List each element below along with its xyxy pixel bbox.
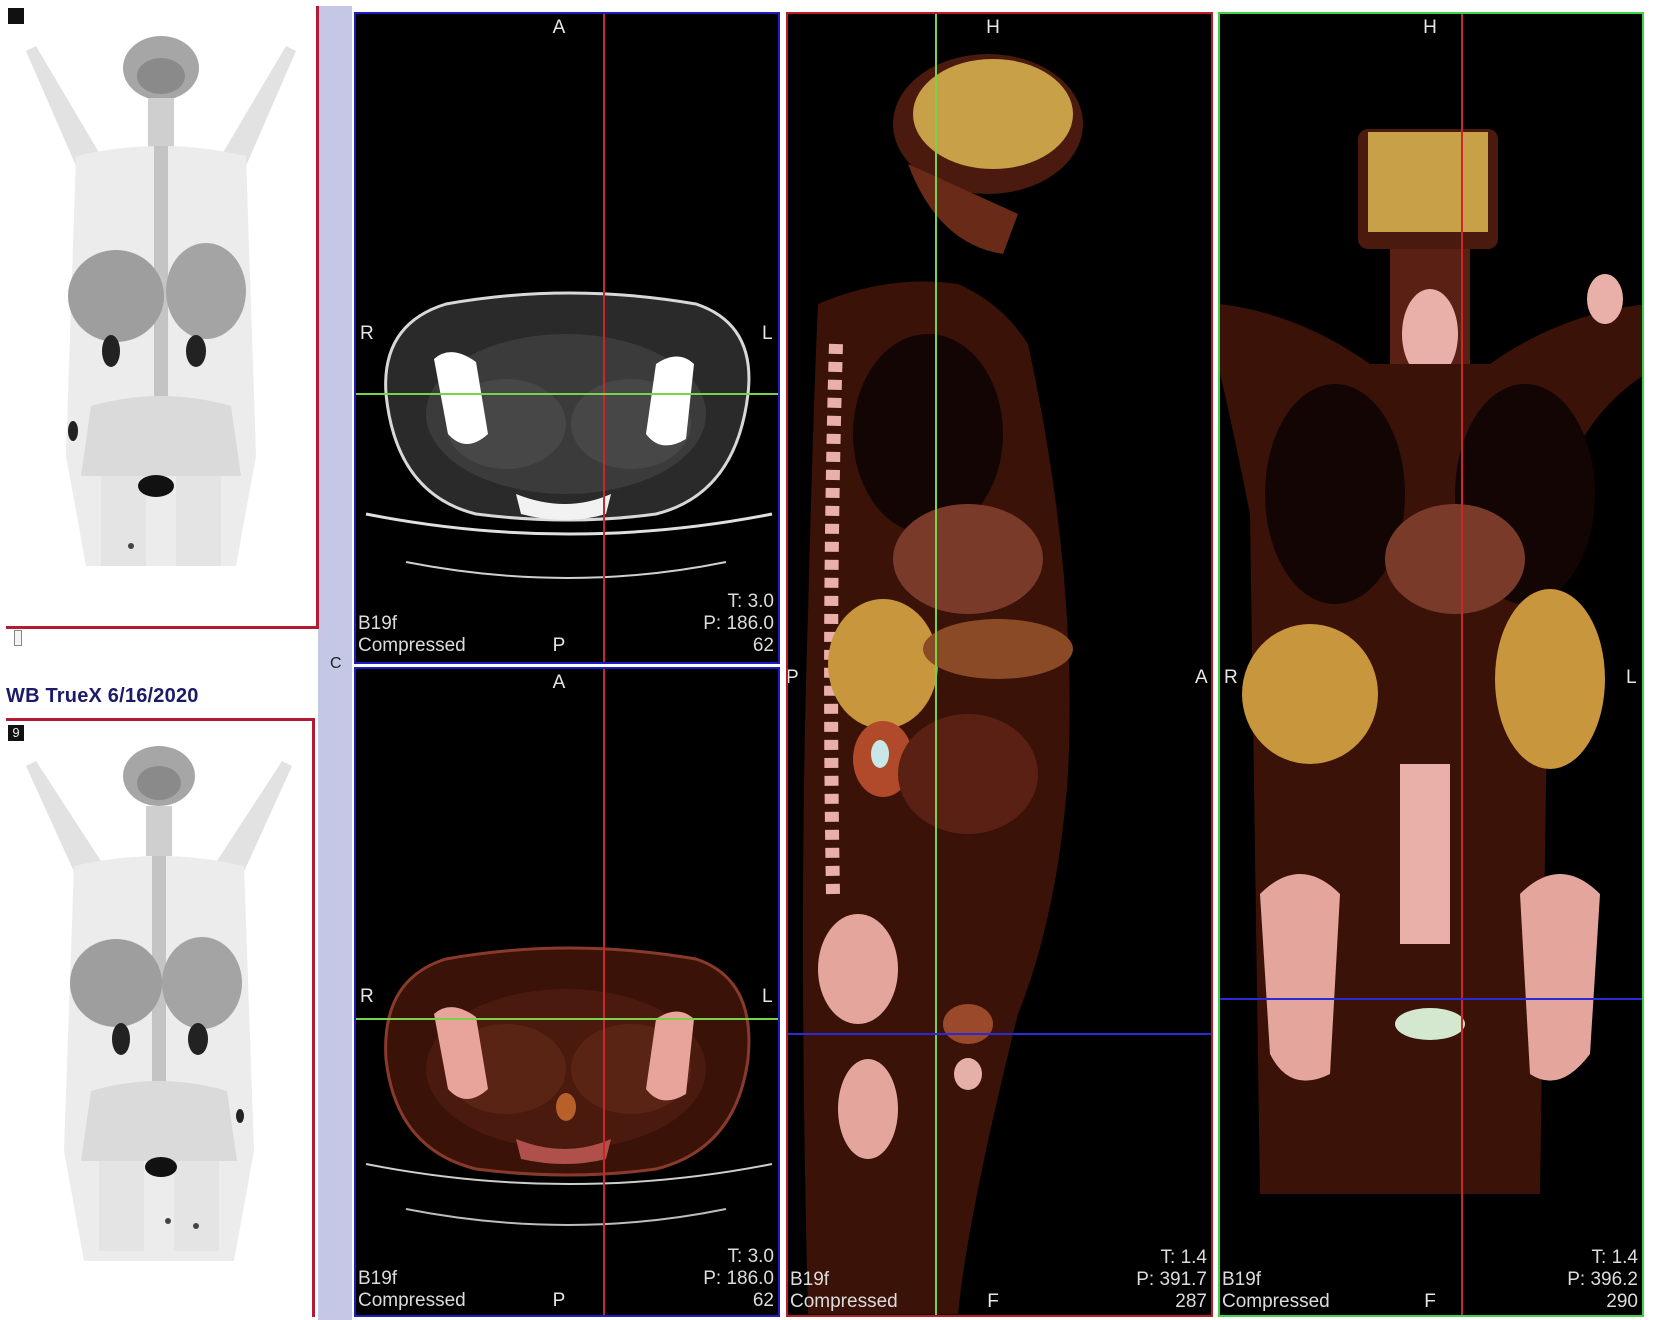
mip-bottom-index: 9: [8, 725, 24, 741]
axial-fused-orient-left: R: [360, 986, 374, 1007]
axial-fused-orient-top: A: [552, 672, 566, 693]
sagittal-orient-left: P: [786, 667, 799, 688]
coronal-orient-left: R: [1224, 667, 1238, 688]
coronal-thickness: T: 1.4: [1591, 1247, 1638, 1268]
viewport-axial-ct[interactable]: A R L P B19f Compressed T: 3.0 P: 186.0 …: [354, 12, 780, 664]
coronal-slice: 290: [1606, 1291, 1638, 1312]
mip-thumbnail-top[interactable]: [6, 6, 319, 629]
mip-top-index: [8, 8, 24, 24]
viewport-axial-fused[interactable]: A R L P B19f Compressed T: 3.0 P: 186.0 …: [354, 667, 780, 1317]
coronal-orient-right: L: [1626, 667, 1637, 688]
mip-column: WB TrueX 6/16/2020 9: [0, 0, 352, 1320]
axial-ct-recon: B19f: [358, 613, 398, 634]
sagittal-slice: 287: [1175, 1291, 1207, 1312]
axial-fused-thickness: T: 3.0: [727, 1246, 774, 1267]
axial-ct-position: P: 186.0: [703, 613, 774, 634]
axial-ct-orient-right: L: [762, 323, 773, 344]
mip-image-top: [6, 6, 316, 626]
viewport-coronal-fused[interactable]: H R L F B19f Compressed T: 1.4 P: 396.2 …: [1218, 12, 1644, 1317]
axial-fused-position: P: 186.0: [703, 1268, 774, 1289]
axial-ct-orient-bottom: P: [552, 635, 566, 656]
axial-fused-slice: 62: [752, 1290, 774, 1311]
axial-ct-slice: 62: [752, 635, 774, 656]
axial-ct-compression: Compressed: [358, 635, 466, 656]
axial-ct-thickness: T: 3.0: [727, 591, 774, 612]
axial-ct-orient-left: R: [360, 323, 374, 344]
coronal-orient-bottom: F: [1424, 1291, 1436, 1312]
sagittal-orient-bottom: F: [987, 1291, 999, 1312]
mip-thumbnail-bottom[interactable]: 9: [6, 718, 315, 1317]
coronal-orient-top: H: [1423, 17, 1437, 38]
axial-fused-recon: B19f: [358, 1268, 398, 1289]
coronal-position: P: 396.2: [1567, 1269, 1638, 1290]
coronal-compression: Compressed: [1222, 1291, 1330, 1312]
coronal-fused-image: [1220, 14, 1642, 1315]
side-marker: C: [330, 655, 342, 672]
axial-fused-orient-right: L: [762, 986, 773, 1007]
sagittal-orient-top: H: [986, 17, 1000, 38]
axial-fused-orient-bottom: P: [552, 1290, 566, 1311]
viewport-sagittal-fused[interactable]: H P A F B19f Compressed T: 1.4 P: 391.7 …: [786, 12, 1213, 1317]
sagittal-thickness: T: 1.4: [1160, 1247, 1207, 1268]
sagittal-orient-right: A: [1195, 667, 1208, 688]
sagittal-fused-image: [788, 14, 1211, 1315]
mip-image-bottom: [6, 721, 312, 1317]
axial-ct-orient-top: A: [552, 17, 566, 38]
coronal-recon: B19f: [1222, 1269, 1262, 1290]
series-label: WB TrueX 6/16/2020: [6, 685, 199, 707]
mip-scroll-marker[interactable]: [14, 630, 22, 646]
axial-fused-image: [356, 669, 778, 1315]
sagittal-recon: B19f: [790, 1269, 830, 1290]
axial-ct-image: [356, 14, 778, 662]
sagittal-position: P: 391.7: [1136, 1269, 1207, 1290]
axial-fused-compression: Compressed: [358, 1290, 466, 1311]
sagittal-compression: Compressed: [790, 1291, 898, 1312]
